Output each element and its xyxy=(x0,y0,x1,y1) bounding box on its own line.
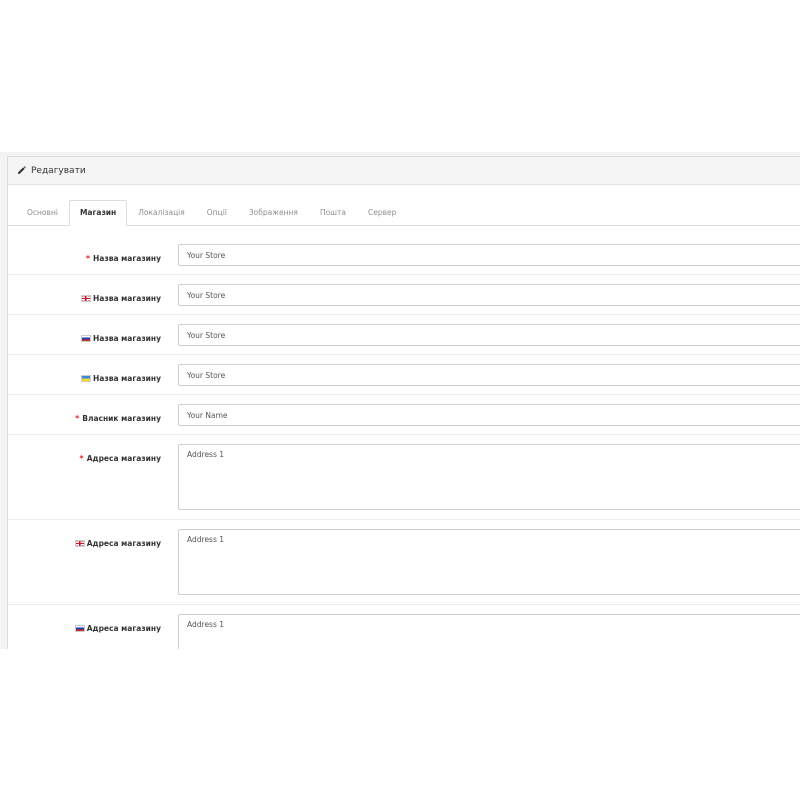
form-row-address-ru: Адреса магазину Address 1 xyxy=(8,605,800,649)
ru-flag-icon xyxy=(81,335,92,342)
gb-flag-icon xyxy=(74,540,85,547)
form-row-address: * Адреса магазину Address 1 xyxy=(8,435,800,520)
store-name-ru-input[interactable] xyxy=(178,324,800,346)
label-text: Адреса магазину xyxy=(86,539,161,548)
tab-localisation[interactable]: Локалізація xyxy=(127,200,196,226)
store-name-en-label: Назва магазину xyxy=(81,294,161,303)
gb-flag-icon xyxy=(81,295,92,302)
settings-tabs: Основні Магазин Локалізація Опції Зображ… xyxy=(8,193,800,226)
form-row-store-name-ua: Назва магазину xyxy=(8,355,800,395)
label-text: Назва магазину xyxy=(93,334,161,343)
required-mark: * xyxy=(85,254,91,263)
store-name-ru-label: Назва магазину xyxy=(81,334,161,343)
form-row-store-name-ru: Назва магазину xyxy=(8,315,800,355)
address-ru-label: Адреса магазину xyxy=(74,624,161,633)
label-text: Назва магазину xyxy=(93,374,161,383)
store-name-ua-label: Назва магазину xyxy=(81,374,161,383)
tab-general[interactable]: Основні xyxy=(16,200,69,226)
address-textarea[interactable]: Address 1 xyxy=(178,444,800,510)
admin-screen: Редагувати Основні Магазин Локалізація О… xyxy=(0,152,800,649)
address-label: * Адреса магазину xyxy=(80,454,161,463)
panel-heading: Редагувати xyxy=(8,157,800,185)
required-mark: * xyxy=(75,414,80,423)
label-text: Назва магазину xyxy=(93,294,161,303)
tab-images[interactable]: Зображення xyxy=(238,200,309,226)
tab-store[interactable]: Магазин xyxy=(68,200,128,226)
store-name-input[interactable] xyxy=(178,244,800,266)
required-mark: * xyxy=(79,454,84,463)
settings-panel: Редагувати Основні Магазин Локалізація О… xyxy=(7,156,800,649)
pencil-icon xyxy=(17,166,26,175)
tab-server[interactable]: Сервер xyxy=(357,200,407,226)
tab-mail[interactable]: Пошта xyxy=(309,200,357,226)
form-row-address-en: Адреса магазину Address 1 xyxy=(8,520,800,605)
form-row-store-name: * Назва магазину xyxy=(8,235,800,275)
address-en-textarea[interactable]: Address 1 xyxy=(178,529,800,595)
owner-label: * Власник магазину xyxy=(75,414,161,423)
label-text: Адреса магазину xyxy=(86,454,161,463)
panel-title: Редагувати xyxy=(31,165,86,176)
owner-input[interactable] xyxy=(178,404,800,426)
address-ru-textarea[interactable]: Address 1 xyxy=(178,614,800,649)
label-text: Адреса магазину xyxy=(86,624,161,633)
address-en-label: Адреса магазину xyxy=(74,539,161,548)
form-row-owner: * Власник магазину xyxy=(8,395,800,435)
ua-flag-icon xyxy=(81,375,92,382)
store-name-en-input[interactable] xyxy=(178,284,800,306)
label-text: Власник магазину xyxy=(82,414,161,423)
ru-flag-icon xyxy=(74,625,85,632)
form-row-store-name-en: Назва магазину xyxy=(8,275,800,315)
label-text: Назва магазину xyxy=(93,254,161,263)
store-name-ua-input[interactable] xyxy=(178,364,800,386)
tab-options[interactable]: Опції xyxy=(196,200,238,226)
store-name-label: * Назва магазину xyxy=(86,254,161,263)
